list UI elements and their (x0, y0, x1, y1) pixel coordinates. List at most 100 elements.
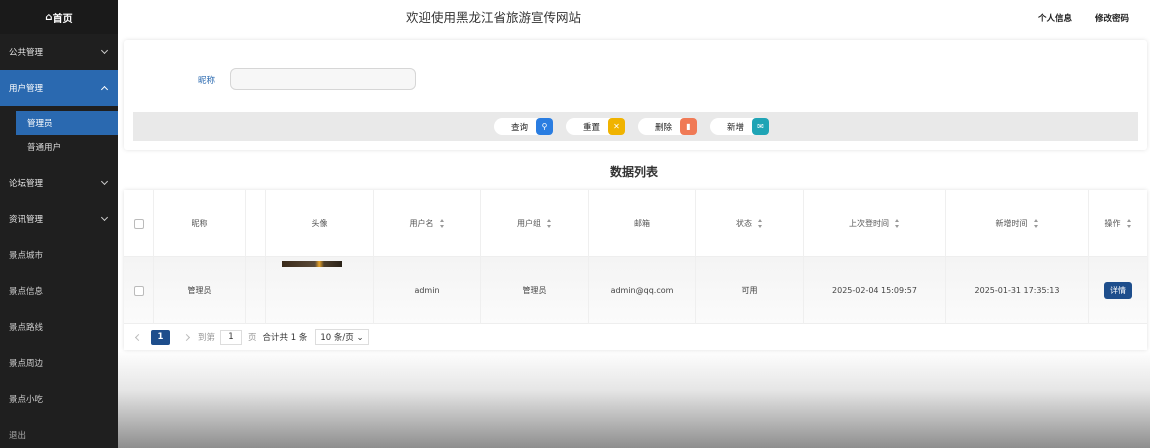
chevron-down-icon (100, 213, 109, 222)
chevron-up-icon (100, 85, 109, 94)
sort-icon (1033, 219, 1039, 228)
sort-icon (439, 219, 445, 228)
total-count: 合计共 1 条 (262, 333, 308, 343)
cell-user-group: 管理员 (481, 257, 589, 324)
header-user-group-label: 用户组 (517, 219, 541, 228)
cell-username: admin (374, 257, 481, 324)
cell-nickname-text: 管理员 (187, 286, 212, 295)
submenu-admin[interactable]: 管理员 (16, 111, 118, 135)
reset-button[interactable]: 重置 ✕ (566, 118, 625, 135)
query-button[interactable]: 查询 ⚲ (494, 118, 553, 135)
next-page-icon[interactable] (182, 333, 191, 341)
delete-button-label: 删除 (655, 122, 673, 133)
main-area: 欢迎使用黑龙江省旅游宣传网站 个人信息 修改密码 昵称 查询 ⚲ 重置 ✕ 删除… (118, 0, 1150, 448)
menu-scenic-nearby-label: 景点周边 (9, 359, 44, 369)
header-last-login[interactable]: 上次登时间 (804, 190, 946, 257)
header-avatar: 头像 (266, 190, 374, 257)
cell-nickname: 管理员 (154, 257, 246, 324)
page-number-current[interactable]: 1 (151, 329, 170, 345)
header-status[interactable]: 状态 (696, 190, 804, 257)
menu-logout-label: 退出 (9, 431, 27, 441)
header-spacer (246, 190, 266, 257)
reset-button-label: 重置 (583, 122, 601, 133)
menu-scenic-route[interactable]: 景点路线 (0, 309, 118, 345)
chevron-down-icon (100, 46, 109, 55)
menu-scenic-snack[interactable]: 景点小吃 (0, 381, 118, 417)
menu-users-label: 用户管理 (9, 84, 44, 94)
prev-page-icon[interactable] (134, 333, 143, 341)
goto-page-input[interactable]: 1 (220, 329, 243, 345)
menu-forum[interactable]: 论坛管理 (0, 165, 118, 201)
chevron-down-icon: ⌄ (356, 333, 364, 343)
table-header: 昵称 头像 用户名 用户组 邮箱 状态 上次登时间 新增时间 操作 (124, 190, 1147, 257)
top-bar: 欢迎使用黑龙江省旅游宣传网站 个人信息 修改密码 (118, 0, 1150, 34)
cell-actions: 详情 (1089, 257, 1147, 324)
header-status-label: 状态 (736, 219, 752, 228)
submenu-admin-label: 管理员 (27, 119, 53, 129)
chevron-down-icon (100, 177, 109, 186)
page-size-value: 10 条/页 (320, 333, 354, 343)
menu-users[interactable]: 用户管理 (0, 70, 118, 106)
table-row: 管理员 admin 管理员 admin@qq.com 可用 2025-02-04… (124, 257, 1147, 324)
row-checkbox[interactable] (133, 285, 144, 296)
change-password-link[interactable]: 修改密码 (1095, 12, 1129, 24)
header-username-label: 用户名 (409, 219, 434, 228)
header-created-label: 新增时间 (995, 219, 1028, 228)
header-last-login-label: 上次登时间 (849, 219, 889, 228)
delete-button[interactable]: 删除 ▮ (638, 118, 697, 135)
cell-last-login: 2025-02-04 15:09:57 (804, 257, 946, 324)
profile-link[interactable]: 个人信息 (1038, 12, 1072, 24)
detail-button[interactable]: 详情 (1104, 282, 1132, 299)
cell-email: admin@qq.com (589, 257, 696, 324)
menu-news-label: 资讯管理 (9, 215, 44, 225)
header-username[interactable]: 用户名 (374, 190, 481, 257)
sort-icon (547, 219, 552, 228)
cell-username-text: admin (414, 286, 440, 295)
menu-scenic-info-label: 景点信息 (9, 287, 44, 297)
query-button-label: 查询 (511, 122, 529, 133)
menu-scenic-city-label: 景点城市 (9, 251, 44, 261)
sidebar: ⌂ 首页 公共管理 用户管理 管理员 普通用户 论坛管理 资讯管理 景点城市 景点… (0, 0, 118, 448)
add-button-label: 新增 (727, 122, 745, 133)
trash-icon: ▮ (680, 118, 697, 135)
page-size-select[interactable]: 10 条/页 ⌄ (315, 329, 369, 345)
cell-avatar (266, 257, 374, 324)
cell-user-group-text: 管理员 (522, 286, 547, 295)
cell-spacer (246, 257, 266, 324)
select-all-checkbox[interactable] (133, 218, 144, 229)
header-select-all-cell (124, 190, 154, 257)
menu-forum-label: 论坛管理 (9, 179, 44, 189)
goto-label: 到第 (198, 333, 216, 343)
action-bar: 查询 ⚲ 重置 ✕ 删除 ▮ 新增 ✉ (133, 112, 1138, 141)
header-created[interactable]: 新增时间 (946, 190, 1089, 257)
cell-email-text: admin@qq.com (610, 286, 674, 295)
header-actions[interactable]: 操作 (1089, 190, 1147, 257)
menu-scenic-city[interactable]: 景点城市 (0, 237, 118, 273)
add-button[interactable]: 新增 ✉ (710, 118, 769, 135)
data-table: 昵称 头像 用户名 用户组 邮箱 状态 上次登时间 新增时间 操作 管理员 ad… (124, 190, 1147, 350)
search-panel: 昵称 查询 ⚲ 重置 ✕ 删除 ▮ 新增 ✉ (124, 40, 1147, 150)
close-icon: ✕ (608, 118, 625, 135)
header-email: 邮箱 (589, 190, 696, 257)
list-title: 数据列表 (609, 165, 658, 179)
submenu-regular-user[interactable]: 普通用户 (0, 135, 118, 159)
site-title: 欢迎使用黑龙江省旅游宣传网站 (406, 10, 582, 25)
pagination: 1 到第 1 页 合计共 1 条 10 条/页 ⌄ (124, 324, 1147, 350)
home-link[interactable]: ⌂ 首页 (0, 0, 118, 34)
sort-icon (758, 219, 763, 228)
menu-logout[interactable]: 退出 (0, 417, 118, 448)
cell-status: 可用 (696, 257, 804, 324)
header-user-group[interactable]: 用户组 (481, 190, 589, 257)
cell-created: 2025-01-31 17:35:13 (946, 257, 1089, 324)
menu-scenic-info[interactable]: 景点信息 (0, 273, 118, 309)
nickname-label: 昵称 (198, 76, 216, 86)
menu-scenic-snack-label: 景点小吃 (9, 395, 44, 405)
cell-last-login-text: 2025-02-04 15:09:57 (832, 286, 917, 295)
menu-scenic-nearby[interactable]: 景点周边 (0, 345, 118, 381)
header-actions-label: 操作 (1104, 219, 1121, 228)
avatar (282, 261, 342, 267)
nickname-search-input[interactable] (230, 68, 416, 90)
menu-news[interactable]: 资讯管理 (0, 201, 118, 237)
menu-public[interactable]: 公共管理 (0, 34, 118, 70)
home-label: 首页 (52, 13, 73, 25)
